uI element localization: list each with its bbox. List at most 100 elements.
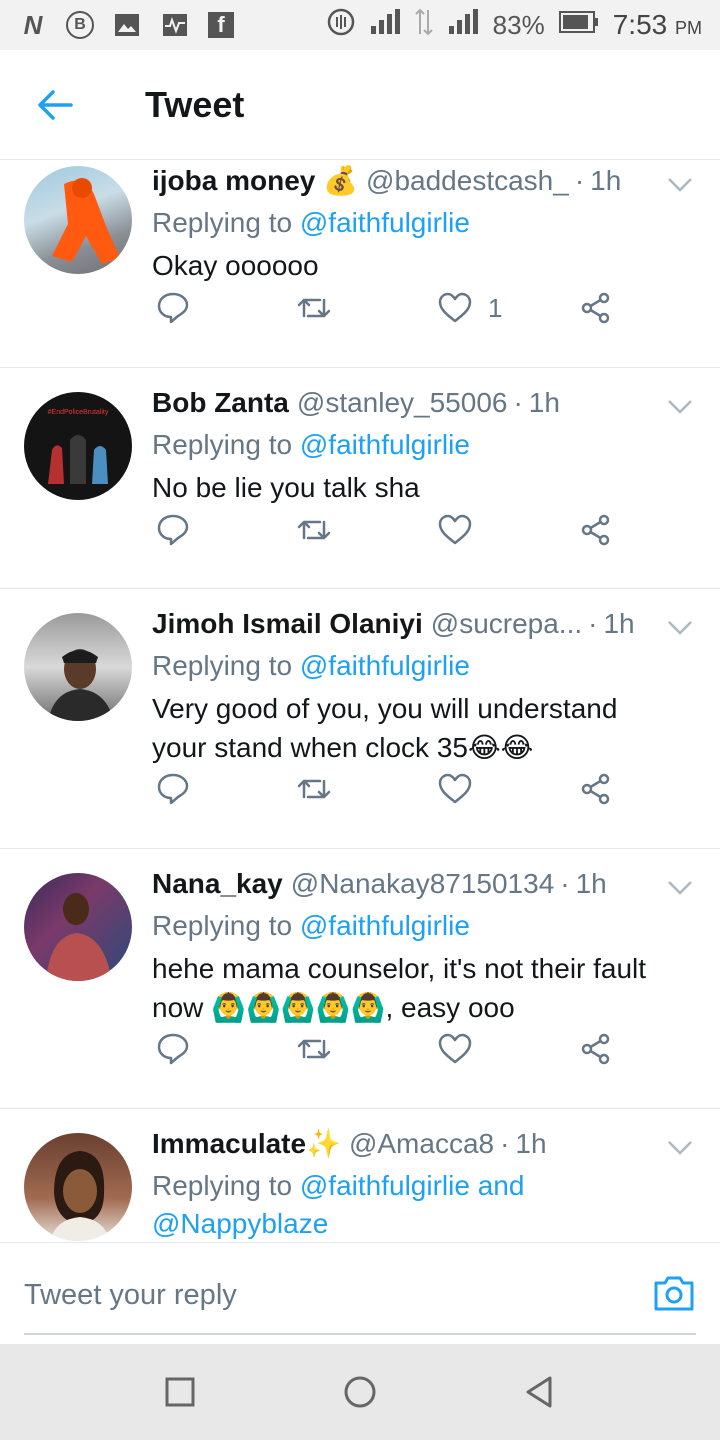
replying-to: Replying to @faithfulgirlie — [152, 910, 470, 941]
retweet-button[interactable] — [296, 1033, 332, 1065]
home-icon[interactable] — [342, 1374, 378, 1410]
retweet-button[interactable] — [296, 514, 332, 546]
chevron-down-icon[interactable] — [666, 1133, 694, 1161]
tweet-time: 1h — [575, 868, 607, 899]
chevron-down-icon[interactable] — [666, 392, 694, 420]
like-button[interactable] — [438, 773, 472, 805]
recents-icon[interactable] — [162, 1374, 198, 1410]
system-nav-bar — [0, 1344, 720, 1440]
data-transfer-icon — [414, 8, 433, 43]
share-button[interactable] — [580, 514, 612, 546]
chevron-down-icon[interactable] — [666, 170, 694, 198]
tweet-item[interactable]: Immaculate✨ @Amacca8 · 1h Replying to @f… — [0, 1109, 720, 1242]
avatar[interactable] — [24, 873, 132, 981]
retweet-button[interactable] — [296, 773, 332, 805]
heart-icon — [438, 1033, 472, 1064]
reply-button[interactable] — [156, 1032, 190, 1066]
image-icon — [112, 10, 142, 40]
heart-icon — [438, 292, 472, 323]
tweet-text: hehe mama counselor, it's not their faul… — [152, 953, 647, 1023]
b-notification-icon: B — [66, 11, 94, 39]
share-icon — [581, 514, 610, 546]
retweet-icon — [297, 298, 331, 318]
replying-to: Replying to @faithfulgirlie — [152, 207, 470, 238]
reply-button[interactable] — [156, 772, 190, 806]
reply-button[interactable] — [156, 291, 190, 325]
mention-link[interactable]: @faithfulgirlie — [300, 207, 470, 238]
retweet-icon — [297, 779, 331, 799]
tweet-text: No be lie you talk sha — [152, 472, 420, 503]
user-handle[interactable]: @Nanakay87150134 — [291, 867, 555, 901]
back-button[interactable] — [0, 50, 110, 160]
mention-link[interactable]: @faithfulgirlie — [300, 429, 470, 460]
back-nav-icon[interactable] — [522, 1374, 558, 1410]
comment-icon — [157, 773, 189, 805]
retweet-icon — [297, 1039, 331, 1059]
mention-link[interactable]: @faithfulgirlie — [300, 650, 470, 681]
tweet-item[interactable]: #EndPoliceBrutality Bob Zanta @stanley_5… — [0, 368, 720, 589]
replying-to: Replying to @faithfulgirlie — [152, 429, 470, 460]
user-handle[interactable]: @Amacca8 — [349, 1127, 494, 1161]
display-name[interactable]: Nana_kay — [152, 867, 283, 901]
tweet-item[interactable]: Nana_kay @Nanakay87150134 · 1h Replying … — [0, 849, 720, 1109]
tweet-time: 1h — [528, 387, 560, 418]
tweet-header: Nana_kay @Nanakay87150134 · 1h — [152, 867, 700, 901]
separator: · — [574, 165, 585, 196]
heart-icon — [438, 514, 472, 545]
mention-link[interactable]: @faithfulgirlie — [300, 910, 470, 941]
avatar[interactable] — [24, 1133, 132, 1241]
top-app-bar: Tweet — [0, 50, 720, 160]
input-underline — [24, 1333, 696, 1335]
data-saver-icon — [327, 8, 355, 43]
user-handle[interactable]: @baddestcash_ — [366, 164, 569, 198]
mention-link[interactable]: @faithfulgirlie and — [300, 1170, 525, 1201]
chevron-down-icon[interactable] — [666, 873, 694, 901]
retweet-icon — [297, 520, 331, 540]
signal-icon — [369, 8, 401, 43]
clock: 7:53 PM — [612, 9, 702, 40]
activity-icon — [160, 10, 190, 40]
like-button[interactable] — [438, 1033, 472, 1065]
mention-link[interactable]: @Nappyblaze — [152, 1205, 700, 1242]
avatar[interactable] — [24, 166, 132, 274]
reply-button[interactable] — [156, 513, 190, 547]
avatar[interactable] — [24, 613, 132, 721]
display-name[interactable]: Immaculate✨ — [152, 1127, 341, 1161]
tweet-text: Very good of you, you will understand yo… — [152, 693, 618, 763]
like-count: 1 — [488, 292, 503, 323]
chevron-down-icon[interactable] — [666, 613, 694, 641]
tweet-header: Bob Zanta @stanley_55006 · 1h — [152, 386, 700, 420]
replies-list[interactable]: ijoba money 💰 @baddestcash_ · 1h Replyin… — [0, 160, 720, 1242]
separator: · — [560, 868, 570, 899]
tweet-item[interactable]: Jimoh Ismail Olaniyi @sucrepa... · 1h Re… — [0, 589, 720, 849]
like-button[interactable] — [438, 514, 472, 546]
share-button[interactable] — [580, 1033, 612, 1065]
user-handle[interactable]: @sucrepa... — [431, 607, 582, 641]
camera-icon[interactable] — [652, 1273, 696, 1313]
reply-input[interactable]: Tweet your reply — [24, 1279, 237, 1312]
status-bar: N B f 83% 7:53 PM — [0, 0, 720, 50]
arrow-left-icon — [38, 89, 73, 120]
like-button[interactable]: 1 — [438, 292, 502, 324]
tweet-time: 1h — [515, 1128, 547, 1159]
n-notification-icon: N — [23, 9, 43, 40]
display-name[interactable]: ijoba money 💰 — [152, 164, 358, 198]
display-name[interactable]: Jimoh Ismail Olaniyi — [152, 607, 423, 641]
tweet-item[interactable]: ijoba money 💰 @baddestcash_ · 1h Replyin… — [0, 160, 720, 368]
share-button[interactable] — [580, 773, 612, 805]
reply-composer: Tweet your reply — [0, 1242, 720, 1344]
tweet-header: Jimoh Ismail Olaniyi @sucrepa... · 1h — [152, 607, 700, 641]
facebook-icon: f — [208, 12, 234, 38]
separator: · — [513, 387, 523, 418]
battery-icon — [558, 10, 599, 41]
signal-2-icon — [447, 8, 479, 43]
tweet-time: 1h — [603, 608, 635, 639]
avatar[interactable]: #EndPoliceBrutality — [24, 392, 132, 500]
share-icon — [581, 773, 610, 805]
user-handle[interactable]: @stanley_55006 — [297, 386, 508, 420]
comment-icon — [157, 1033, 189, 1065]
tweet-header: Immaculate✨ @Amacca8 · 1h — [152, 1127, 700, 1161]
retweet-button[interactable] — [296, 292, 332, 324]
share-button[interactable] — [580, 292, 612, 324]
display-name[interactable]: Bob Zanta — [152, 386, 289, 420]
